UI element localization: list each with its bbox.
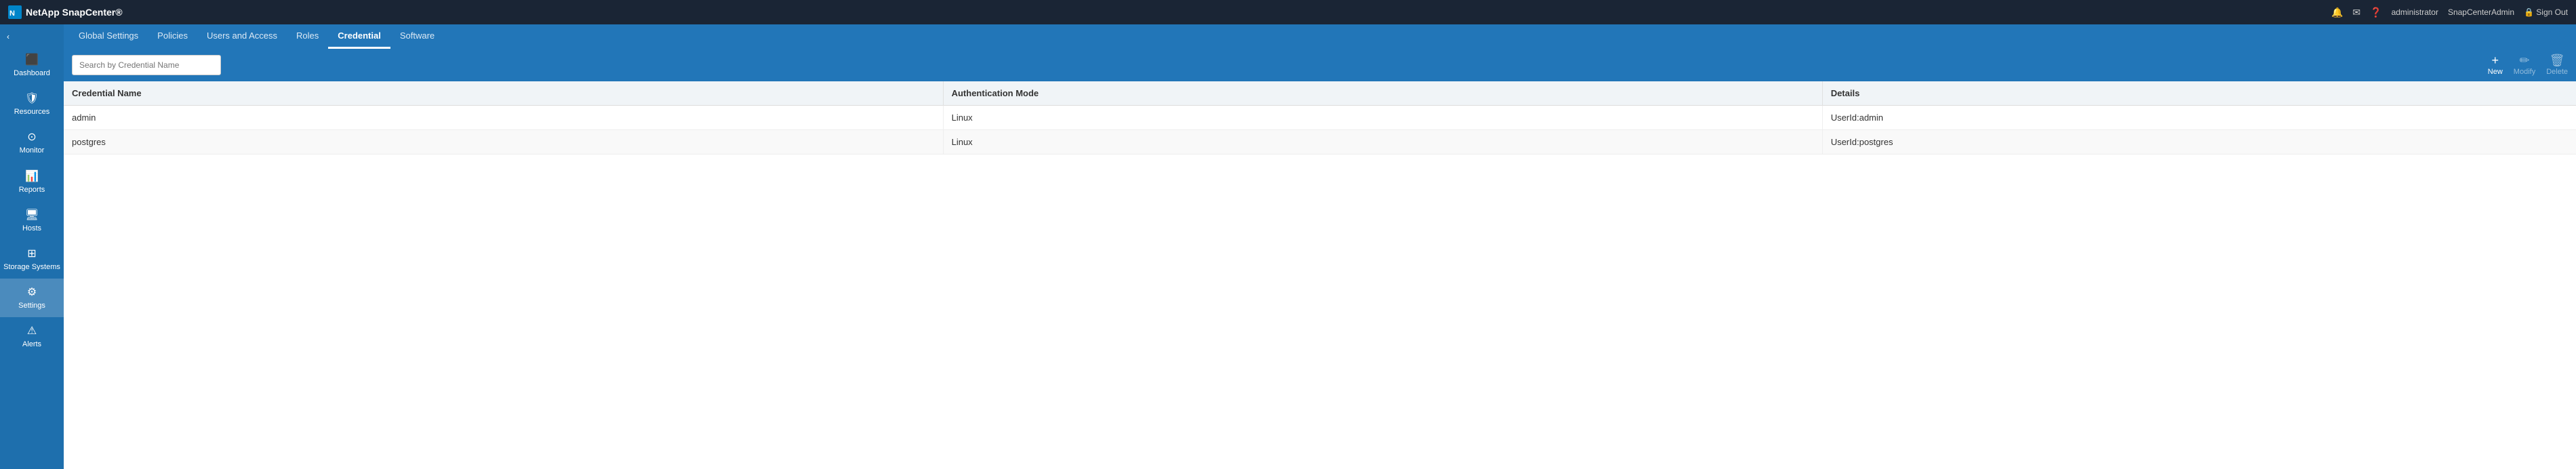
admin-label[interactable]: SnapCenterAdmin [2448,7,2514,17]
tab-software[interactable]: Software [390,24,444,49]
user-label[interactable]: administrator [2392,7,2438,17]
hosts-icon: 🖥 [25,208,39,222]
dashboard-icon: ⬛ [25,53,39,66]
tab-credential[interactable]: Credential [328,24,390,49]
sidebar-item-resources[interactable]: 🛡 Resources [0,85,64,123]
help-icon[interactable]: ❓ [2370,7,2381,18]
sidebar-item-label: Alerts [22,340,41,349]
cell-auth-mode: Linux [943,130,1822,155]
content-area: Global Settings Policies Users and Acces… [64,24,2576,469]
cell-details: UserId:admin [1822,106,2576,130]
mail-icon[interactable]: ✉ [2352,7,2360,18]
cell-credential-name: postgres [64,130,943,155]
sidebar-item-label: Reports [19,186,45,195]
sidebar-item-label: Hosts [22,224,41,233]
tab-users-and-access[interactable]: Users and Access [197,24,287,49]
sidebar-item-label: Settings [18,302,45,310]
toolbar: + New ✏ Modify 🗑 Delete [64,49,2576,81]
search-input[interactable] [72,55,221,75]
storage-icon: ⊞ [27,247,36,260]
modify-label: Modify [2514,68,2535,76]
app-title: NetApp SnapCenter® [26,7,123,18]
column-header-details: Details [1822,81,2576,106]
subnav: Global Settings Policies Users and Acces… [64,24,2576,49]
collapse-icon: ‹ [7,32,9,41]
sidebar-item-monitor[interactable]: ⊙ Monitor [0,123,64,162]
cell-credential-name: admin [64,106,943,130]
page-content: + New ✏ Modify 🗑 Delete [64,49,2576,469]
notification-icon[interactable]: 🔔 [2331,7,2343,18]
new-label: New [2488,68,2503,76]
sidebar-item-label: Monitor [20,146,45,155]
sidebar-item-label: Storage Systems [3,263,60,272]
table-area: Credential Name Authentication Mode Deta… [64,81,2576,469]
cell-details: UserId:postgres [1822,130,2576,155]
toolbar-left [72,55,221,75]
topbar-right: 🔔 ✉ ❓ administrator SnapCenterAdmin 🔒 Si… [2331,7,2568,18]
sidebar-item-label: Resources [14,108,50,117]
sidebar-collapse-button[interactable]: ‹ [0,27,64,46]
monitor-icon: ⊙ [27,130,36,144]
table-row[interactable]: adminLinuxUserId:admin [64,106,2576,130]
main-layout: ‹ ⬛ Dashboard 🛡 Resources ⊙ Monitor 📊 Re… [0,24,2576,469]
new-button[interactable]: + New [2488,54,2503,76]
topbar: N NetApp SnapCenter® 🔔 ✉ ❓ administrator… [0,0,2576,24]
new-icon: + [2492,54,2499,66]
topbar-left: N NetApp SnapCenter® [8,5,123,19]
credentials-table: Credential Name Authentication Mode Deta… [64,81,2576,155]
column-header-auth-mode: Authentication Mode [943,81,1822,106]
settings-icon: ⚙ [27,285,37,299]
sidebar-item-alerts[interactable]: ⚠ Alerts [0,317,64,356]
reports-icon: 📊 [25,169,39,183]
sidebar-item-settings[interactable]: ⚙ Settings [0,279,64,317]
sidebar: ‹ ⬛ Dashboard 🛡 Resources ⊙ Monitor 📊 Re… [0,24,64,469]
table-row[interactable]: postgresLinuxUserId:postgres [64,130,2576,155]
sidebar-item-storage-systems[interactable]: ⊞ Storage Systems [0,240,64,279]
tab-roles[interactable]: Roles [287,24,328,49]
signout-icon: 🔒 [2524,7,2534,17]
sidebar-item-label: Dashboard [14,69,50,78]
modify-icon: ✏ [2519,54,2529,66]
sidebar-item-reports[interactable]: 📊 Reports [0,163,64,201]
sidebar-item-dashboard[interactable]: ⬛ Dashboard [0,46,64,85]
svg-text:N: N [9,9,15,18]
alerts-icon: ⚠ [27,324,37,338]
cell-auth-mode: Linux [943,106,1822,130]
tab-policies[interactable]: Policies [148,24,197,49]
signout-label[interactable]: 🔒 Sign Out [2524,7,2568,17]
resources-icon: 🛡 [25,91,39,105]
toolbar-right: + New ✏ Modify 🗑 Delete [2488,54,2568,76]
sidebar-item-hosts[interactable]: 🖥 Hosts [0,201,64,240]
delete-icon: 🗑 [2550,54,2565,66]
tab-global-settings[interactable]: Global Settings [69,24,148,49]
netapp-logo-icon: N [8,5,22,19]
table-header-row: Credential Name Authentication Mode Deta… [64,81,2576,106]
topbar-logo: N NetApp SnapCenter® [8,5,123,19]
delete-label: Delete [2546,68,2568,76]
column-header-credential-name: Credential Name [64,81,943,106]
modify-button[interactable]: ✏ Modify [2514,54,2535,76]
delete-button[interactable]: 🗑 Delete [2546,54,2568,76]
